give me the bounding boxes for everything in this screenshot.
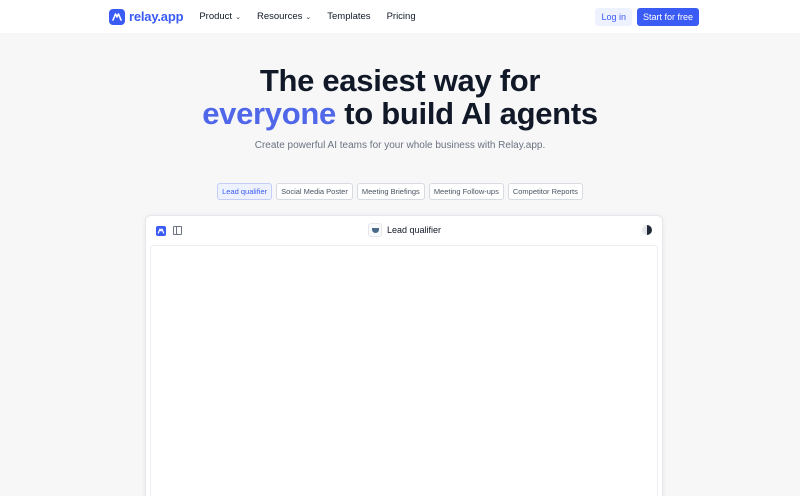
chevron-down-icon: ⌄ xyxy=(305,13,312,21)
tab-social-media-poster[interactable]: Social Media Poster xyxy=(276,183,353,200)
hero-title-line1: The easiest way for xyxy=(259,63,541,98)
nav-label: Resources xyxy=(256,11,303,22)
tab-meeting-follow-ups[interactable]: Meeting Follow-ups xyxy=(428,183,504,200)
app-preview-window: Lead qualifier xyxy=(145,215,663,496)
relay-logo-icon[interactable] xyxy=(156,225,166,236)
nav-item-product[interactable]: Product ⌄ xyxy=(199,11,241,22)
sidebar-panel-icon[interactable] xyxy=(173,226,182,235)
nav-item-templates[interactable]: Templates xyxy=(327,11,370,22)
hero-subtitle: Create powerful AI teams for your whole … xyxy=(254,140,546,151)
hero-title: The easiest way for everyone to build AI… xyxy=(0,64,800,130)
header-actions: Log in Start for free xyxy=(595,7,699,26)
agent-avatar-icon xyxy=(368,223,382,237)
tab-meeting-briefings[interactable]: Meeting Briefings xyxy=(356,183,425,200)
template-tabs: Lead qualifier Social Media Poster Meeti… xyxy=(0,183,800,200)
nav-item-pricing[interactable]: Pricing xyxy=(387,11,416,22)
nav-label: Pricing xyxy=(386,11,416,22)
preview-titlebar: Lead qualifier xyxy=(146,216,662,245)
preview-title-text: Lead qualifier xyxy=(387,225,442,235)
top-navbar: relay.app Product ⌄ Resources ⌄ Template… xyxy=(0,0,800,33)
nav-item-resources[interactable]: Resources ⌄ xyxy=(257,11,311,22)
chevron-down-icon: ⌄ xyxy=(235,13,241,21)
hero-title-accent: everyone xyxy=(202,96,336,131)
tab-lead-qualifier[interactable]: Lead qualifier xyxy=(217,183,273,200)
hero-title-line2: to build AI agents xyxy=(335,96,598,131)
tab-competitor-reports[interactable]: Competitor Reports xyxy=(507,183,583,200)
relay-logo-icon xyxy=(109,8,125,25)
main-nav: Product ⌄ Resources ⌄ Templates Pricing xyxy=(199,11,415,22)
start-free-button[interactable]: Start for free xyxy=(636,7,699,26)
logo-text: relay.app xyxy=(129,9,184,24)
preview-title: Lead qualifier xyxy=(368,223,441,237)
hero-section: The easiest way for everyone to build AI… xyxy=(0,64,800,151)
relay-logo[interactable]: relay.app xyxy=(109,8,184,25)
login-button[interactable]: Log in xyxy=(595,7,632,26)
user-avatar-icon[interactable] xyxy=(642,225,652,235)
nav-label: Templates xyxy=(327,11,371,22)
preview-canvas xyxy=(150,245,658,496)
nav-label: Product xyxy=(199,11,233,22)
